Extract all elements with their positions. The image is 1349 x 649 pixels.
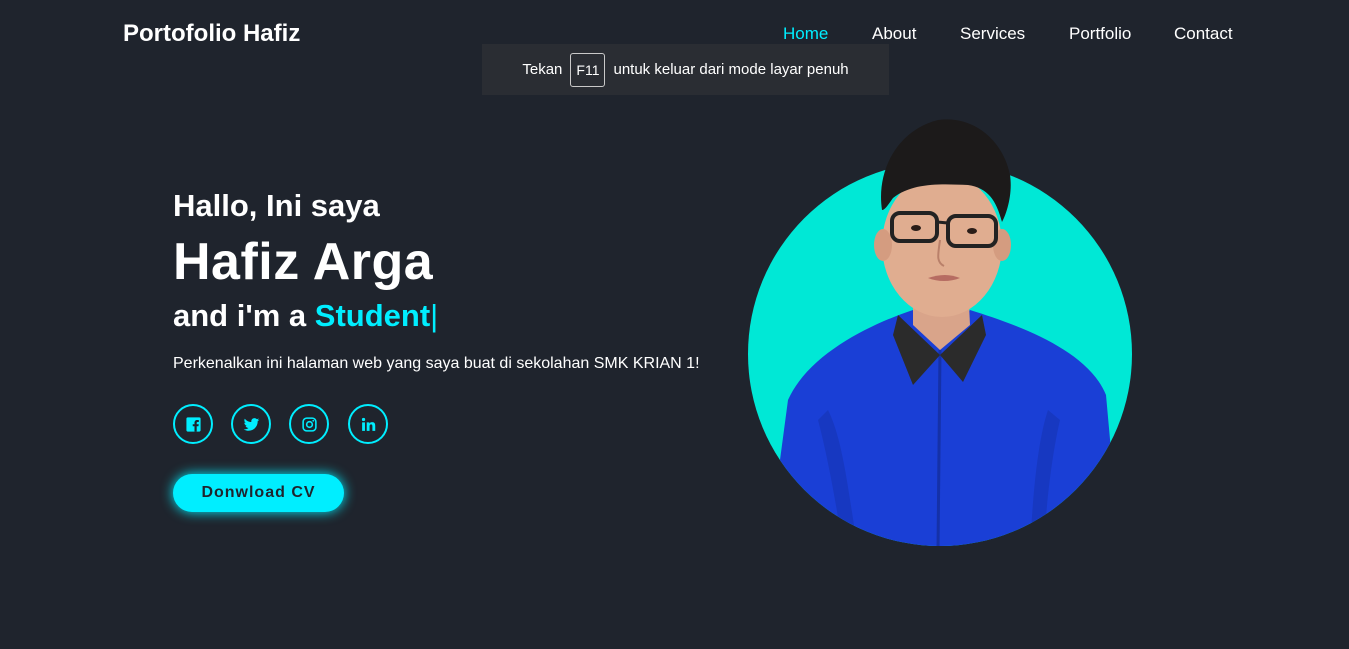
hero-name: Hafiz Arga bbox=[173, 233, 434, 291]
greeting: Hallo, Ini saya bbox=[173, 188, 380, 223]
fullscreen-notice-before: Tekan bbox=[522, 61, 563, 78]
profile-illustration bbox=[748, 119, 1132, 546]
facebook-icon bbox=[185, 416, 201, 432]
nav-contact[interactable]: Contact bbox=[1174, 24, 1233, 44]
instagram-link[interactable] bbox=[289, 404, 329, 444]
intro-text: Perkenalkan ini halaman web yang saya bu… bbox=[173, 355, 700, 372]
instagram-icon bbox=[301, 416, 317, 432]
role-line: and i'm a Student| bbox=[173, 298, 438, 334]
nav-portfolio[interactable]: Portfolio bbox=[1069, 24, 1131, 44]
nav-about[interactable]: About bbox=[872, 24, 916, 44]
portfolio-page: Portofolio Hafiz Home About Services Por… bbox=[0, 0, 1349, 649]
typing-cursor: | bbox=[430, 298, 439, 333]
linkedin-link[interactable] bbox=[348, 404, 388, 444]
nav-home[interactable]: Home bbox=[783, 24, 828, 44]
twitter-link[interactable] bbox=[231, 404, 271, 444]
fullscreen-notice-after: untuk keluar dari mode layar penuh bbox=[613, 61, 849, 78]
twitter-icon bbox=[243, 417, 259, 431]
linkedin-icon bbox=[361, 417, 375, 431]
nav-services[interactable]: Services bbox=[960, 24, 1025, 44]
fullscreen-notice: Tekan F11 untuk keluar dari mode layar p… bbox=[482, 44, 889, 95]
facebook-link[interactable] bbox=[173, 404, 213, 444]
profile-photo bbox=[748, 110, 1132, 546]
f11-key: F11 bbox=[570, 52, 606, 87]
download-cv-button[interactable]: Donwload CV bbox=[173, 474, 344, 512]
role-text: Student bbox=[314, 298, 431, 333]
main-nav: Home About Services Portfolio Contact bbox=[0, 24, 1349, 46]
role-prefix: and i'm a bbox=[173, 298, 307, 333]
